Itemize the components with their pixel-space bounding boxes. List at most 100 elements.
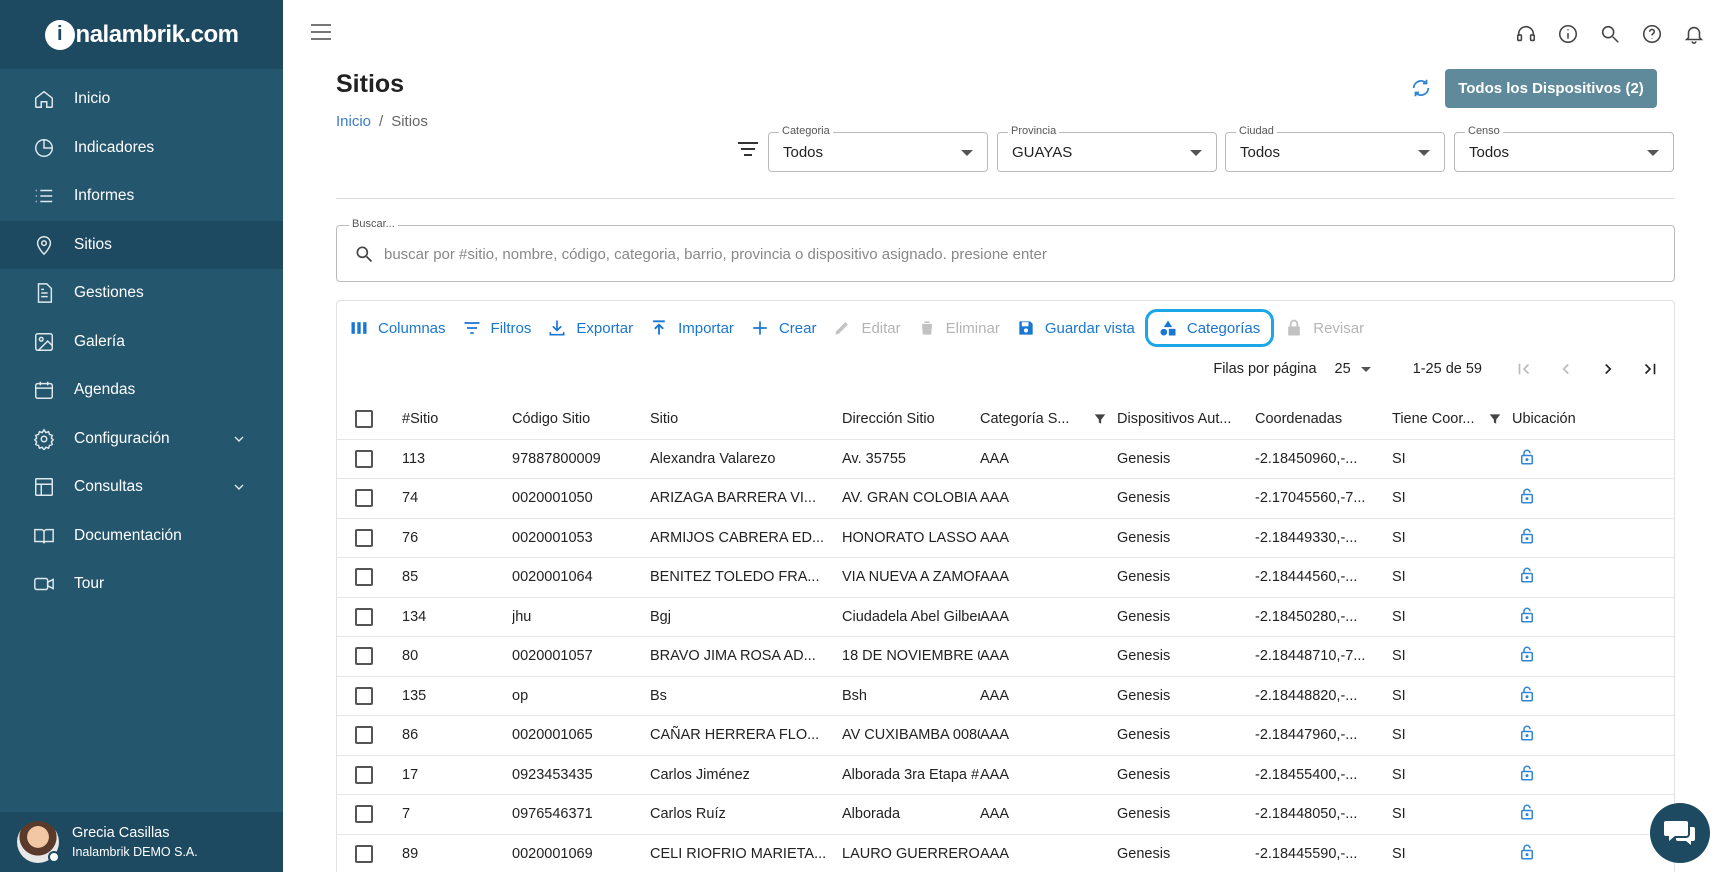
- column-header-dispositivos[interactable]: Dispositivos Aut...: [1117, 399, 1255, 439]
- top-icons: [1514, 22, 1706, 46]
- breadcrumb-home-link[interactable]: Inicio: [336, 113, 371, 130]
- select-all-checkbox[interactable]: [355, 409, 373, 428]
- sidebar-item-indicadores[interactable]: Indicadores: [0, 124, 283, 173]
- table-row[interactable]: 7 0976546371 Carlos Ruíz Alborada AAA Genesis…: [337, 794, 1674, 834]
- row-checkbox[interactable]: [355, 607, 373, 626]
- table-row[interactable]: 80 0020001057 BRAVO JIMA ROSA AD... 18 DE N…: [337, 636, 1674, 676]
- sidebar-item-agendas[interactable]: Agendas: [0, 366, 283, 415]
- sidebar-item-informes[interactable]: Informes: [0, 172, 283, 221]
- breadcrumb: Inicio / Sitios: [336, 113, 428, 130]
- brand-logo[interactable]: i nalambrik.com: [0, 0, 283, 69]
- row-checkbox[interactable]: [355, 845, 373, 863]
- lock-open-icon[interactable]: [1518, 843, 1536, 865]
- support-icon[interactable]: [1514, 22, 1538, 46]
- next-page-icon[interactable]: [1596, 357, 1620, 381]
- censo-select[interactable]: Censo Todos: [1454, 125, 1674, 172]
- save-view-button[interactable]: Guardar vista: [1010, 313, 1141, 343]
- lock-open-icon[interactable]: [1518, 566, 1536, 588]
- column-header-sitio-id[interactable]: #Sitio: [402, 399, 512, 439]
- sidebar-item-gestiones[interactable]: Gestiones: [0, 269, 283, 318]
- filters-button[interactable]: Filtros: [456, 313, 538, 343]
- categoria-cell: AAA: [980, 557, 1117, 597]
- categories-button[interactable]: Categorías: [1144, 309, 1275, 347]
- funnel-icon[interactable]: [1093, 412, 1107, 426]
- ciudad-select[interactable]: Ciudad Todos: [1225, 125, 1445, 172]
- info-icon[interactable]: [1556, 22, 1580, 46]
- user-profile[interactable]: Grecia Casillas Inalambrik DEMO S.A.: [0, 812, 283, 872]
- row-checkbox[interactable]: [355, 489, 373, 508]
- menu-toggle-button[interactable]: [311, 24, 331, 40]
- lock-open-icon[interactable]: [1518, 764, 1536, 786]
- column-header-direccion[interactable]: Dirección Sitio: [842, 399, 980, 439]
- row-checkbox[interactable]: [355, 647, 373, 666]
- sidebar-item-tour[interactable]: Tour: [0, 560, 283, 609]
- filter-list-icon[interactable]: [737, 142, 759, 162]
- table-row[interactable]: 113 97887800009 Alexandra Valarezo Av. 3575…: [337, 438, 1674, 479]
- sidebar-item-inicio[interactable]: Inicio: [0, 75, 283, 124]
- lock-open-icon[interactable]: [1518, 645, 1536, 667]
- row-checkbox[interactable]: [355, 686, 373, 705]
- create-label: Crear: [778, 319, 817, 337]
- table-row[interactable]: 135 op Bs Bsh AAA Genesis -2.18448820,-... SI: [337, 675, 1674, 716]
- columns-button[interactable]: Columnas: [343, 313, 452, 343]
- sidebar-item-label: Inicio: [74, 90, 111, 108]
- search-icon[interactable]: [1598, 22, 1622, 46]
- refresh-icon[interactable]: [1410, 77, 1434, 101]
- lock-open-icon[interactable]: [1518, 724, 1536, 746]
- column-header-coordenadas[interactable]: Coordenadas: [1255, 399, 1392, 439]
- bell-icon[interactable]: [1682, 22, 1706, 46]
- review-button[interactable]: Revisar: [1278, 313, 1370, 343]
- row-checkbox[interactable]: [355, 726, 373, 745]
- sitio-cell: BENITEZ TOLEDO FRA...: [650, 557, 842, 597]
- export-button[interactable]: Exportar: [541, 313, 639, 343]
- first-page-icon[interactable]: [1512, 357, 1536, 381]
- table-row[interactable]: 85 0020001064 BENITEZ TOLEDO FRA... VIA NUE…: [337, 557, 1674, 597]
- previous-page-icon[interactable]: [1554, 357, 1578, 381]
- table-row[interactable]: 86 0020001065 CAÑAR HERRERA FLO... AV CUXIB…: [337, 715, 1674, 755]
- home-icon: [33, 88, 55, 110]
- create-button[interactable]: Crear: [744, 313, 823, 343]
- lock-open-icon[interactable]: [1518, 448, 1536, 470]
- sidebar-item-documentacion[interactable]: Documentación: [0, 512, 283, 561]
- edit-button[interactable]: Editar: [826, 313, 906, 343]
- rows-per-page-select[interactable]: 25: [1335, 361, 1371, 377]
- funnel-icon[interactable]: [1488, 412, 1502, 426]
- row-checkbox[interactable]: [355, 449, 373, 468]
- lock-open-icon[interactable]: [1518, 803, 1536, 825]
- categoria-select[interactable]: Categoria Todos: [768, 125, 988, 172]
- lock-open-icon[interactable]: [1518, 487, 1536, 509]
- lock-open-icon[interactable]: [1518, 527, 1536, 549]
- column-header-codigo[interactable]: Código Sitio: [512, 399, 650, 439]
- column-header-categoria[interactable]: Categoría S...: [980, 399, 1117, 439]
- categoria-cell: AAA: [980, 636, 1117, 676]
- sidebar-item-configuracion[interactable]: Configuración: [0, 415, 283, 464]
- table-row[interactable]: 17 0923453435 Carlos Jiménez Alborada 3ra E…: [337, 754, 1674, 795]
- sidebar-item-consultas[interactable]: Consultas: [0, 463, 283, 512]
- lock-open-icon[interactable]: [1518, 685, 1536, 707]
- row-checkbox[interactable]: [355, 568, 373, 587]
- breadcrumb-current: Sitios: [391, 113, 428, 130]
- provincia-select[interactable]: Provincia GUAYAS: [997, 125, 1217, 172]
- table-row[interactable]: 134 jhu Bgj Ciudadela Abel Gilbert AAA Genesi…: [337, 596, 1674, 637]
- table-icon: [33, 476, 55, 498]
- sidebar-item-galeria[interactable]: Galería: [0, 318, 283, 367]
- table-row[interactable]: 76 0020001053 ARMIJOS CABRERA ED... HONORAT…: [337, 517, 1674, 558]
- column-header-tiene-coordenadas[interactable]: Tiene Coor...: [1392, 399, 1512, 439]
- row-checkbox[interactable]: [355, 528, 373, 547]
- import-button[interactable]: Importar: [643, 313, 740, 343]
- column-header-ubicacion[interactable]: Ubicación R...: [1512, 399, 1576, 439]
- table-row[interactable]: 89 0020001069 CELI RIOFRIO MARIETA... LAURO…: [337, 833, 1674, 872]
- last-page-icon[interactable]: [1638, 357, 1662, 381]
- delete-button[interactable]: Eliminar: [911, 313, 1006, 343]
- row-checkbox[interactable]: [355, 805, 373, 824]
- sidebar-item-sitios[interactable]: Sitios: [0, 220, 283, 269]
- row-checkbox[interactable]: [355, 765, 373, 784]
- lock-open-icon[interactable]: [1518, 606, 1536, 628]
- column-header-sitio[interactable]: Sitio: [650, 399, 842, 439]
- chat-button[interactable]: [1650, 803, 1710, 863]
- all-devices-button[interactable]: Todos los Dispositivos (2): [1445, 69, 1657, 108]
- search-input[interactable]: [384, 240, 1634, 268]
- help-icon[interactable]: [1640, 22, 1664, 46]
- table-row[interactable]: 74 0020001050 ARIZAGA BARRERA VI... AV. GRA…: [337, 478, 1674, 518]
- ubicacion-cell: [1512, 794, 1576, 834]
